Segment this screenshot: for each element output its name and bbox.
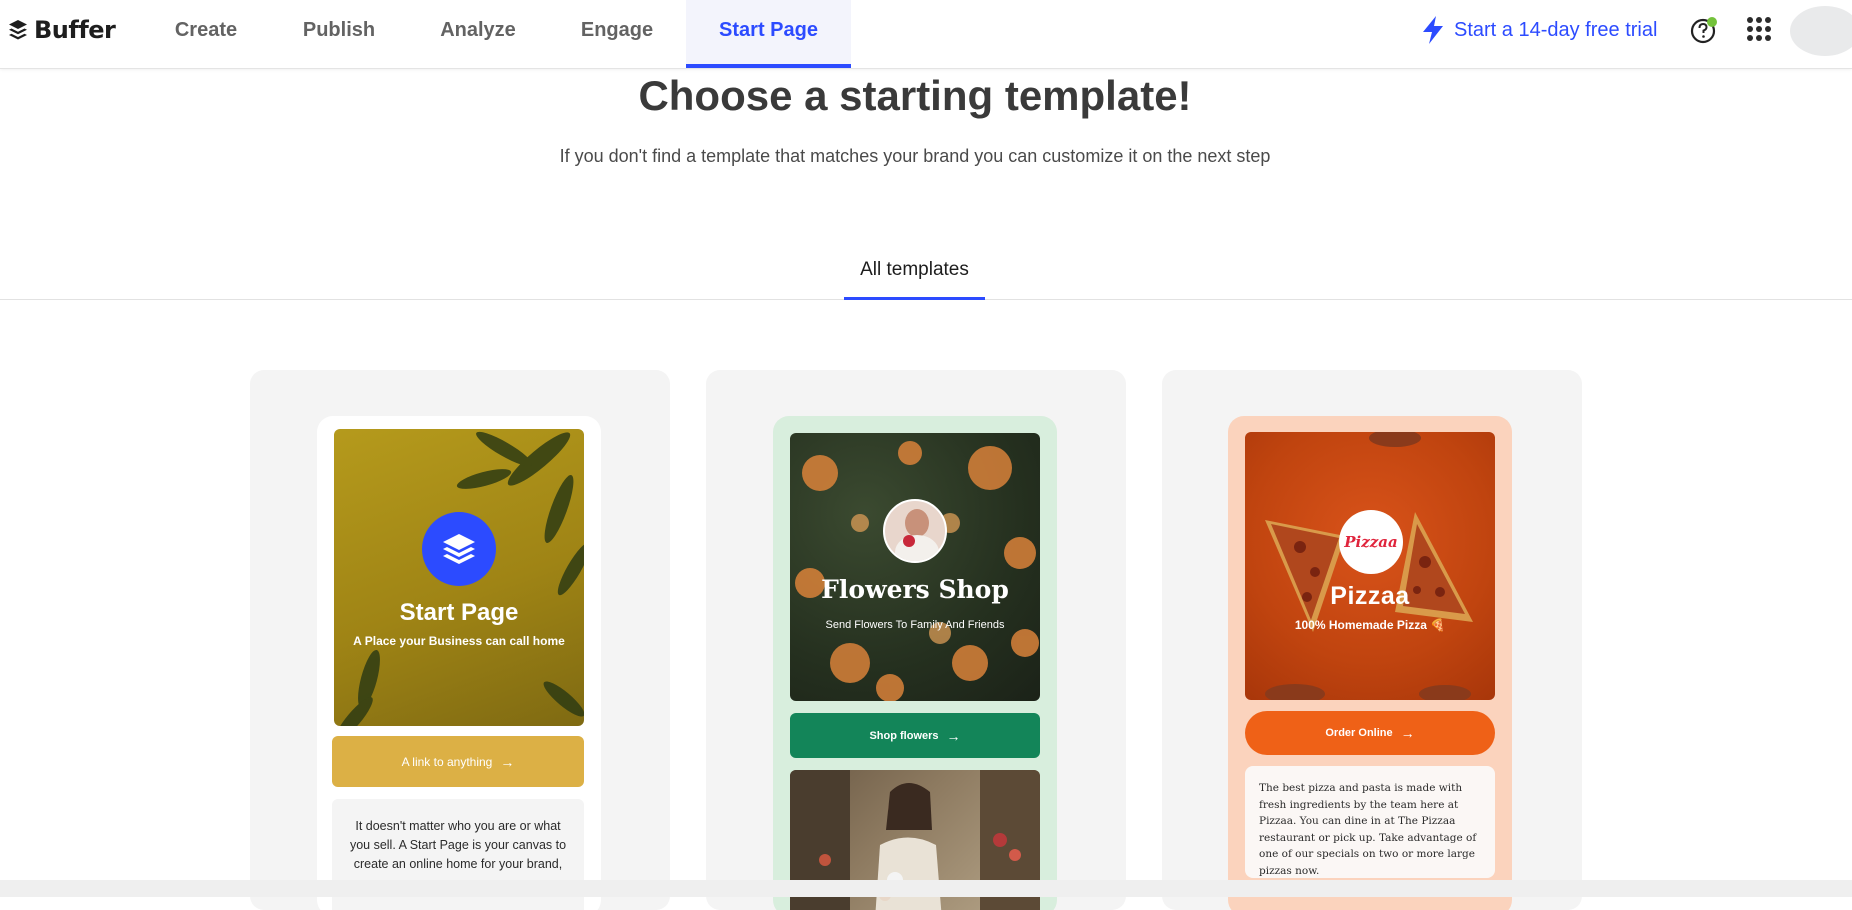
page-subtitle: If you don't find a template that matche… bbox=[559, 146, 1271, 166]
hero-subtitle: A Place your Business can call home bbox=[353, 634, 565, 648]
template-tabs: All templates bbox=[0, 245, 1852, 300]
nav-create[interactable]: Create bbox=[160, 0, 252, 68]
template-link-button: Shop flowers → bbox=[790, 713, 1040, 758]
brand-name: Buffer bbox=[34, 16, 116, 44]
hero-image: Start Page A Place your Business can cal… bbox=[334, 429, 584, 726]
buffer-stack-icon bbox=[443, 534, 475, 564]
template-preview: Start Page A Place your Business can cal… bbox=[317, 416, 601, 910]
body-text: It doesn't matter who you are or what yo… bbox=[349, 819, 567, 871]
free-trial-label: Start a 14-day free trial bbox=[1454, 18, 1658, 41]
template-preview: Pizzaa Pizzaa 100% Homemade Pizza 🍕 Orde… bbox=[1228, 416, 1512, 910]
nav-engage[interactable]: Engage bbox=[575, 0, 659, 68]
hero-title: Flowers Shop bbox=[821, 575, 1009, 604]
arrow-right-icon: → bbox=[946, 727, 961, 744]
bottom-scroll-area bbox=[0, 880, 1852, 897]
hero-subtitle: Send Flowers To Family And Friends bbox=[825, 619, 1005, 631]
pizza-logo-text: Pizzaa bbox=[1344, 533, 1398, 551]
hero-image: Pizzaa Pizzaa 100% Homemade Pizza 🍕 bbox=[1245, 432, 1495, 700]
tab-all-templates[interactable]: All templates bbox=[844, 245, 985, 300]
button-label: Order Online bbox=[1325, 727, 1393, 739]
button-label: Shop flowers bbox=[869, 729, 939, 742]
avatar-body bbox=[895, 535, 939, 561]
brand-logo[interactable]: Buffer bbox=[8, 15, 116, 45]
template-link-button: A link to anything → bbox=[332, 736, 584, 787]
help-icon[interactable] bbox=[1690, 16, 1718, 44]
template-preview: Flowers Shop Send Flowers To Family And … bbox=[773, 416, 1057, 910]
template-card-start-page[interactable]: Start Page A Place your Business can cal… bbox=[250, 370, 670, 910]
hero-title: Start Page bbox=[399, 599, 519, 626]
avatar-rose bbox=[903, 535, 915, 547]
avatar[interactable] bbox=[1790, 6, 1852, 56]
hero-subtitle: 100% Homemade Pizza 🍕 bbox=[1294, 618, 1446, 632]
buffer-logo-icon bbox=[9, 20, 27, 40]
body-text: The best pizza and pasta is made with fr… bbox=[1259, 782, 1477, 877]
page-title: Choose a starting template! bbox=[638, 72, 1192, 119]
nav-start-page[interactable]: Start Page bbox=[686, 0, 851, 68]
shop-avatar bbox=[883, 499, 947, 563]
template-card-pizzaa[interactable]: Pizzaa Pizzaa 100% Homemade Pizza 🍕 Orde… bbox=[1162, 370, 1582, 910]
template-card-flowers-shop[interactable]: Flowers Shop Send Flowers To Family And … bbox=[706, 370, 1126, 910]
nav-publish[interactable]: Publish bbox=[298, 0, 380, 68]
template-text-block: The best pizza and pasta is made with fr… bbox=[1245, 766, 1495, 878]
arrow-right-icon: → bbox=[1400, 725, 1415, 741]
avatar-face bbox=[905, 509, 929, 537]
free-trial-link[interactable]: Start a 14-day free trial bbox=[1420, 12, 1657, 48]
arrow-right-icon: → bbox=[500, 753, 515, 770]
flowers-decoration bbox=[795, 441, 1039, 701]
nav-analyze[interactable]: Analyze bbox=[435, 0, 521, 68]
button-label: A link to anything bbox=[401, 754, 493, 769]
hero-image: Flowers Shop Send Flowers To Family And … bbox=[790, 433, 1040, 701]
top-navigation: Buffer Create Publish Analyze Engage Sta… bbox=[0, 0, 1852, 69]
start-page-logo bbox=[422, 512, 496, 586]
hero-title: Pizzaa bbox=[1330, 582, 1410, 610]
template-link-button: Order Online → bbox=[1245, 711, 1495, 755]
apps-grid-icon[interactable] bbox=[1747, 17, 1771, 41]
lightning-icon bbox=[1423, 16, 1443, 44]
pizza-logo: Pizzaa bbox=[1339, 510, 1403, 574]
